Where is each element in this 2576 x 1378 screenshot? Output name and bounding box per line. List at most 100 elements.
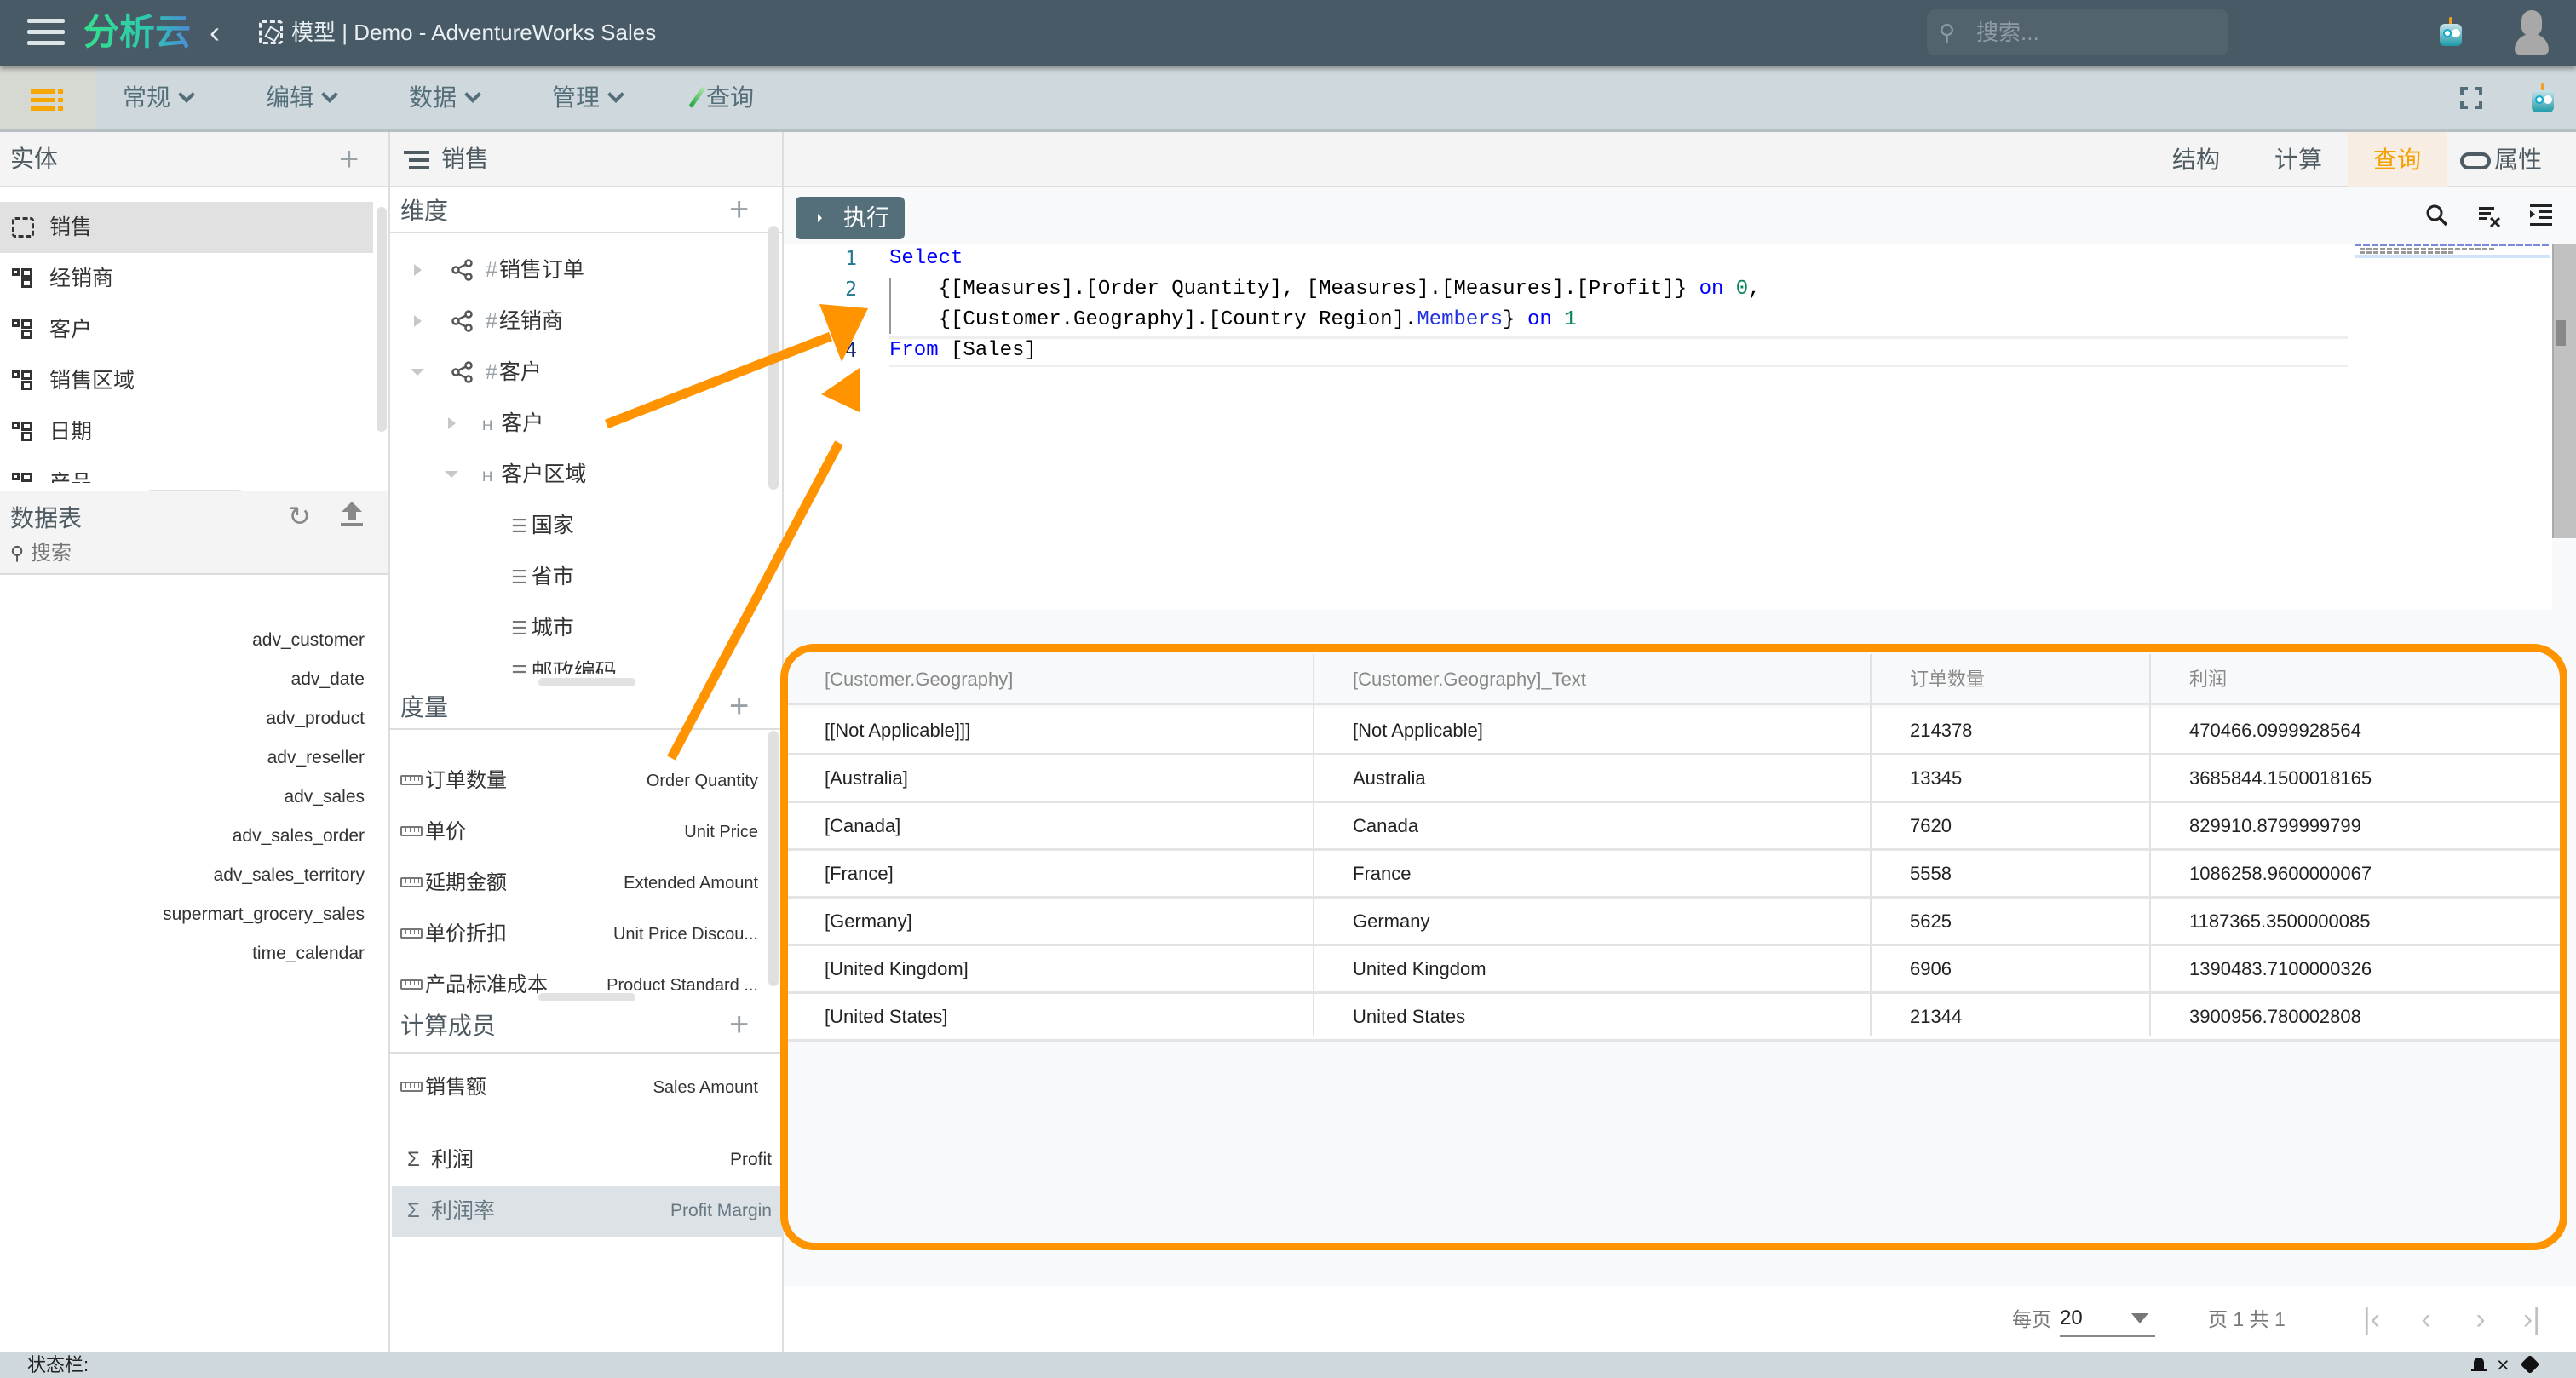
add-dimension-button[interactable]: + (729, 192, 749, 227)
column-header[interactable]: [Customer.Geography]_Text (1314, 654, 1871, 705)
dimension-node[interactable]: #销售订单 (390, 244, 765, 296)
table-cell: 1187365.3500000085 (2189, 910, 2371, 932)
column-header[interactable]: 利润 (2150, 654, 2561, 705)
collapse-icon[interactable] (411, 369, 424, 376)
table-search-input[interactable] (31, 539, 354, 568)
tab-query[interactable]: 查询 (2348, 132, 2447, 187)
panel-toggle-button[interactable] (0, 66, 95, 129)
level-node[interactable]: ☰ 国家 (390, 500, 765, 551)
share-icon[interactable] (2520, 1354, 2540, 1375)
menu-edit[interactable]: 编辑 (266, 82, 338, 114)
expand-icon[interactable] (448, 417, 456, 429)
run-button[interactable]: 执行 (796, 197, 905, 239)
dimensions-scrollbar[interactable] (768, 226, 779, 490)
entity-item[interactable]: 经销商 (0, 253, 373, 304)
hamburger-menu-button[interactable] (27, 17, 66, 48)
user-avatar-icon[interactable] (2515, 10, 2549, 56)
level-node[interactable]: ☰ 城市 (390, 602, 765, 653)
measure-item[interactable]: 单价 Unit Price (400, 807, 758, 858)
measure-item[interactable]: 延期金额 Extended Amount (400, 858, 758, 909)
mdx-editor[interactable]: 1 2 3 4 Select {[Measures].[Order Quanti… (784, 244, 2552, 610)
table-row[interactable]: [Germany] Germany 5625 1187365.3500000085 (785, 899, 2561, 946)
table-row[interactable]: [Australia] Australia 13345 3685844.1500018… (785, 755, 2561, 803)
global-search-input[interactable] (1976, 16, 2215, 49)
table-item[interactable]: adv_product (266, 706, 365, 732)
dimension-node[interactable]: #客户 (390, 347, 765, 398)
dimensions-header: 维度 + (390, 189, 782, 233)
table-row[interactable]: [[Not Applicable]]] [Not Applicable] 21437… (785, 708, 2561, 755)
bell-icon[interactable] (2470, 1356, 2487, 1375)
hierarchy-node[interactable]: H 客户 (390, 398, 765, 449)
column-header[interactable]: 订单数量 (1871, 654, 2150, 705)
column-header[interactable]: [Customer.Geography] (785, 654, 1314, 705)
table-item[interactable]: adv_sales_order (233, 824, 365, 849)
table-item[interactable]: adv_sales (284, 784, 365, 810)
page-size-select[interactable]: 20 (2060, 1301, 2155, 1337)
clear-format-icon[interactable] (2477, 203, 2503, 228)
add-calc-member-button[interactable]: + (729, 1008, 749, 1042)
indent-icon[interactable] (2528, 203, 2554, 228)
list-icon[interactable] (404, 151, 429, 171)
hierarchy-node[interactable]: H 客户区域 (390, 449, 765, 500)
table-item[interactable]: time_calendar (252, 941, 365, 967)
refresh-icon[interactable]: ↻ (288, 500, 311, 532)
tab-calculation[interactable]: 计算 (2249, 132, 2348, 187)
table-row[interactable]: [United Kingdom] United Kingdom 6906 139048… (785, 946, 2561, 994)
per-page-label: 每页 (2012, 1308, 2051, 1330)
robot-icon[interactable] (2438, 17, 2464, 48)
menu-data[interactable]: 数据 (409, 82, 481, 114)
table-cell: 470466.0999928564 (2189, 720, 2361, 741)
prev-page-button[interactable]: ‹ (2411, 1305, 2441, 1334)
add-measure-button[interactable]: + (729, 689, 749, 723)
tab-bar: 结构 计算 查询 属性 (784, 132, 2576, 187)
table-item[interactable]: adv_reseller (267, 745, 365, 771)
upload-icon[interactable] (339, 502, 365, 529)
table-row[interactable]: [Canada] Canada 7620 829910.8799999799 (785, 803, 2561, 851)
global-search[interactable]: ⚲ (1927, 9, 2228, 55)
expand-icon[interactable] (414, 315, 422, 327)
dimension-node[interactable]: #经销商 (390, 296, 765, 347)
tab-properties[interactable]: 属性 (2460, 132, 2576, 187)
measure-item[interactable]: 单价折扣 Unit Price Discou... (400, 909, 758, 960)
entity-item[interactable]: 日期 (0, 406, 373, 457)
collapse-icon[interactable] (445, 471, 458, 478)
calc-member-item[interactable]: Σ 利润 Profit (392, 1134, 784, 1186)
entity-item[interactable]: 销售 (0, 202, 373, 253)
query-button[interactable]: 查询 (688, 82, 754, 114)
first-page-button[interactable]: |‹ (2356, 1305, 2387, 1334)
table-row[interactable]: [France] France 5558 1086258.9600000067 (785, 851, 2561, 899)
table-item[interactable]: adv_date (291, 667, 365, 692)
robot-icon[interactable] (2530, 83, 2556, 114)
back-button[interactable]: ‹ (210, 14, 220, 51)
entity-item[interactable]: 客户 (0, 304, 373, 355)
measures-scrollbar[interactable] (768, 731, 779, 986)
editor-scrollbar[interactable] (2552, 244, 2576, 538)
toggle-icon (2460, 152, 2491, 169)
calc-member-item[interactable]: Σ 利润率 Profit Margin (392, 1186, 784, 1237)
mute-icon[interactable]: ⨯ (2496, 1356, 2513, 1375)
menu-general[interactable]: 常规 (123, 82, 195, 114)
entity-item[interactable]: 产品 (0, 457, 373, 483)
entity-item[interactable]: 销售区域 (0, 355, 373, 406)
measure-item[interactable]: 订单数量 Order Quantity (400, 755, 758, 807)
expand-icon[interactable] (414, 264, 422, 276)
level-node[interactable]: ☰ 省市 (390, 551, 765, 602)
next-page-button[interactable]: › (2465, 1305, 2496, 1334)
last-page-button[interactable]: ›| (2516, 1305, 2547, 1334)
level-node[interactable]: ☰ 邮政编码 (390, 653, 765, 674)
tab-structure[interactable]: 结构 (2147, 132, 2245, 187)
table-cell: United Kingdom (1353, 958, 1486, 979)
measure-item[interactable]: 销售额 Sales Amount (400, 1062, 758, 1113)
menu-manage[interactable]: 管理 (552, 82, 624, 114)
result-table: [Customer.Geography] [Customer.Geography… (785, 654, 2561, 1042)
table-item[interactable]: supermart_grocery_sales (163, 902, 365, 927)
line-number: 1 (845, 248, 857, 270)
add-entity-button[interactable]: + (339, 142, 359, 176)
table-item[interactable]: adv_sales_territory (214, 863, 365, 888)
table-row[interactable]: [United States] United States 21344 3900956… (785, 994, 2561, 1042)
fullscreen-icon[interactable] (2460, 87, 2482, 109)
editor-minimap[interactable] (2355, 244, 2550, 278)
search-icon[interactable] (2424, 203, 2450, 228)
table-item[interactable]: adv_customer (252, 628, 365, 653)
entities-scrollbar[interactable] (377, 207, 387, 432)
